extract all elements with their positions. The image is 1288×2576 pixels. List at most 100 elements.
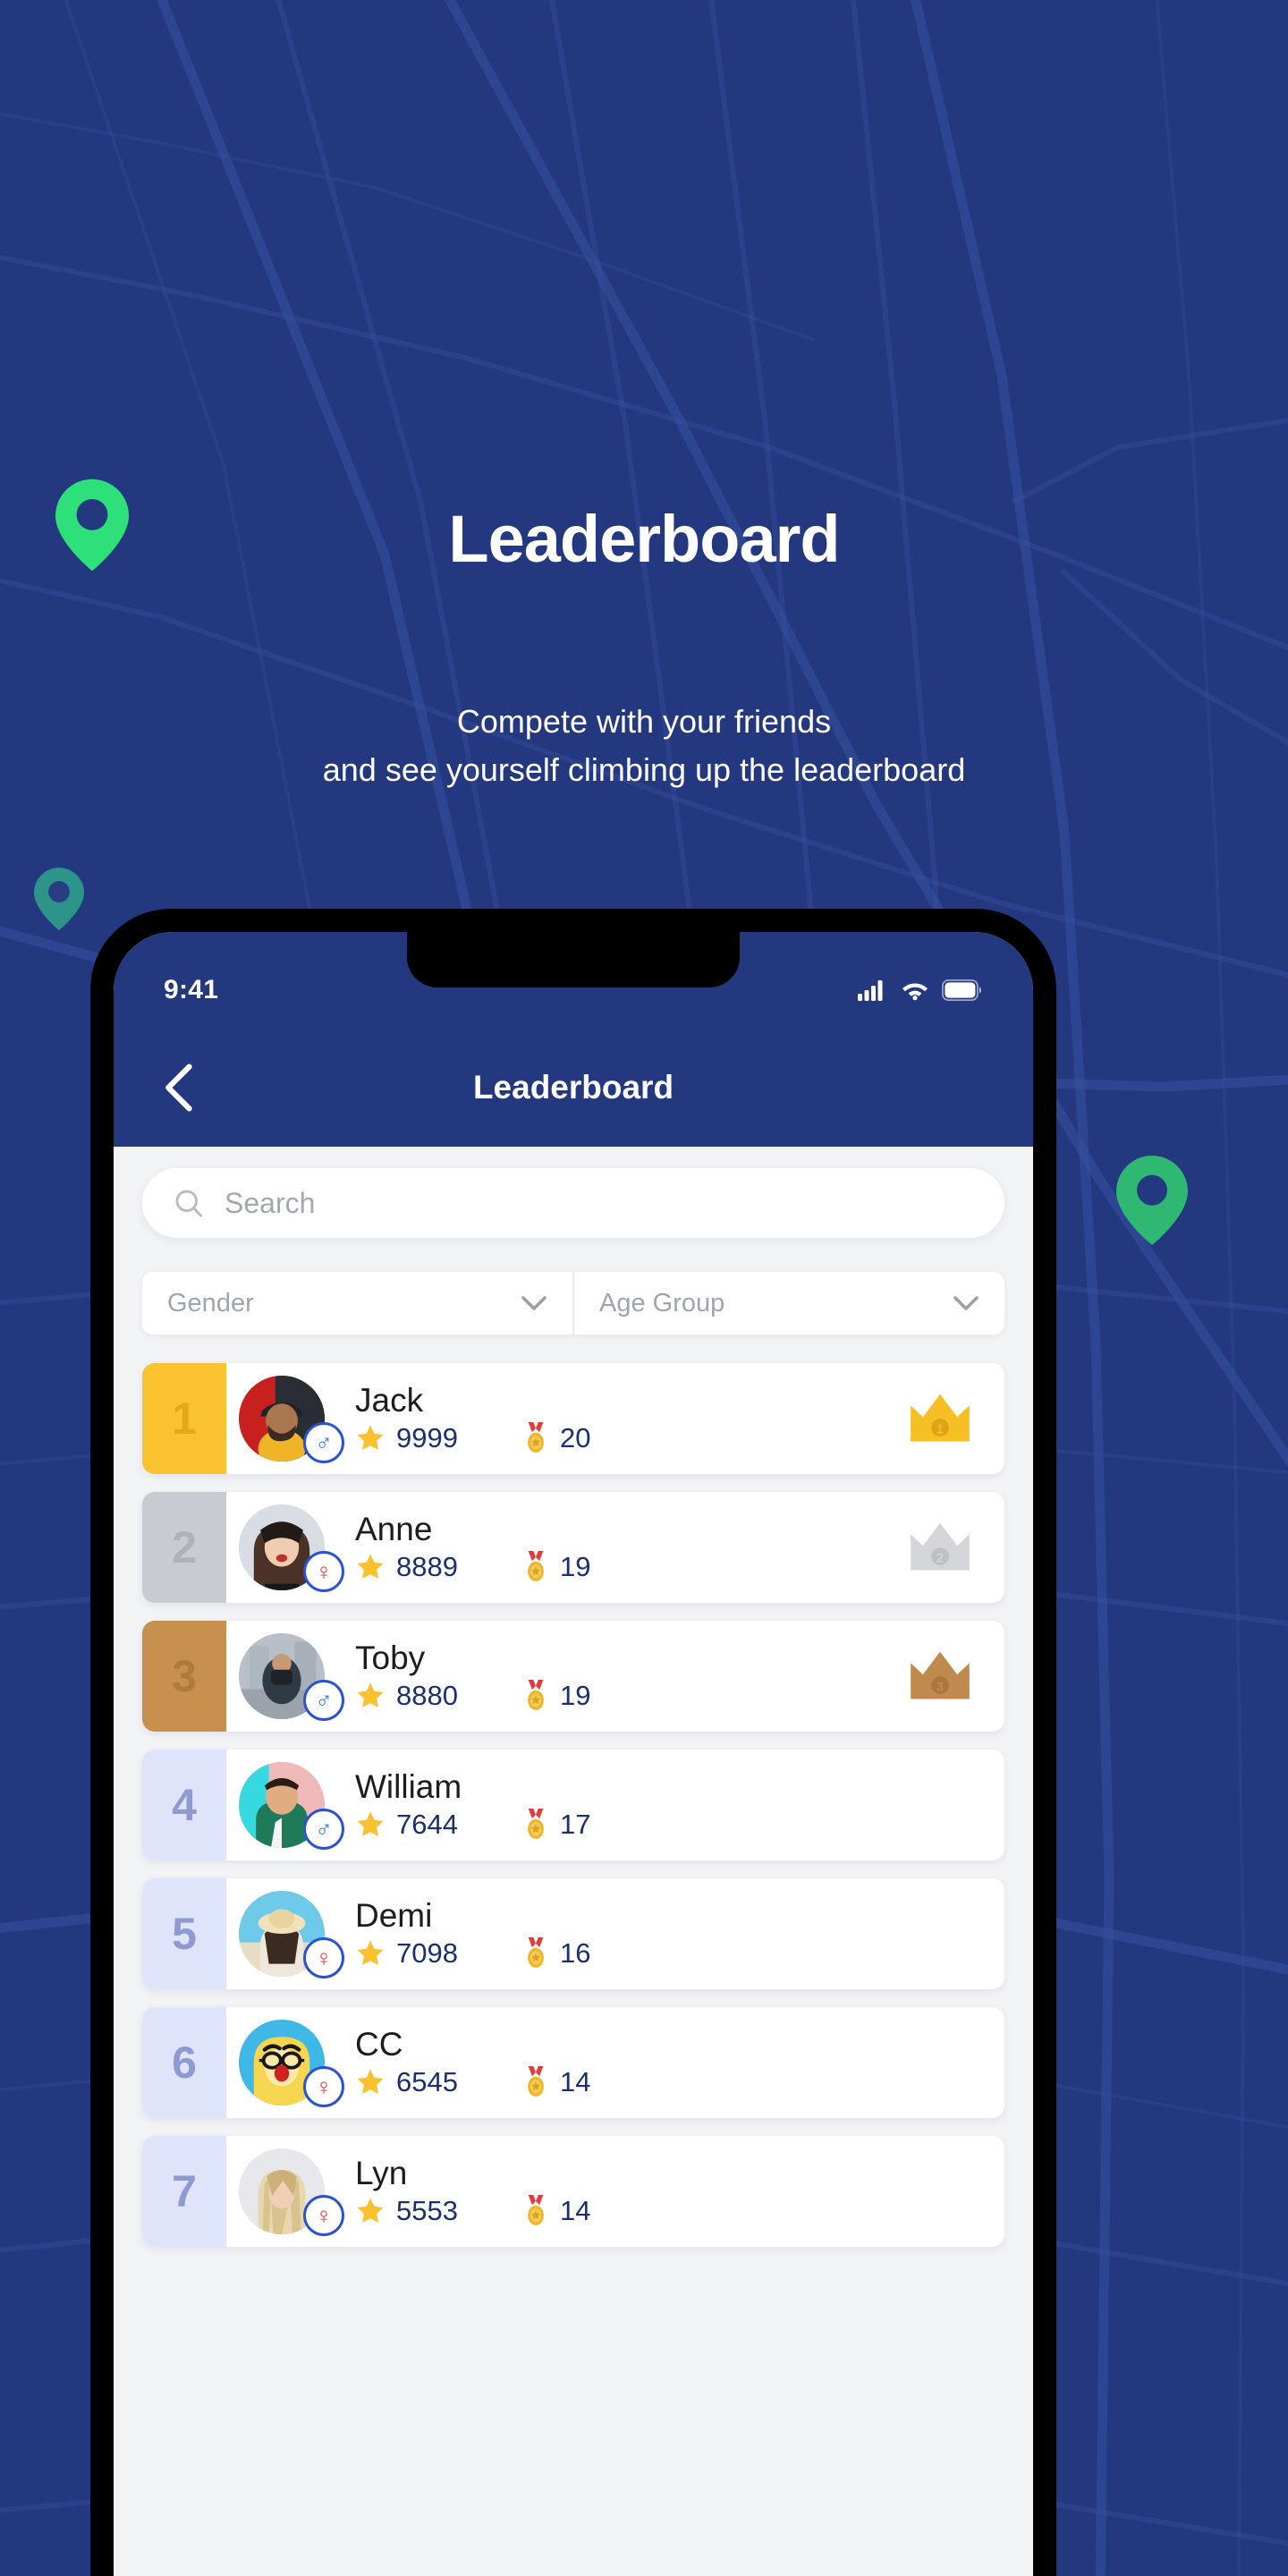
player-name: William [355, 1767, 462, 1805]
leaderboard-row[interactable]: 5 ♀ Demi 7098 16 [142, 1878, 1004, 1989]
star-stat: 7098 [355, 1937, 458, 1970]
avatar: ♀ [239, 1504, 344, 1592]
nav-title: Leaderboard [472, 1069, 674, 1106]
svg-text:3: 3 [936, 1680, 944, 1694]
star-stat: 8880 [355, 1680, 458, 1712]
rank-badge: 3 [142, 1621, 226, 1732]
player-name: Anne [355, 1510, 433, 1547]
star-icon [357, 2198, 384, 2223]
leaderboard-row[interactable]: 3 ♂ Toby 8880 19 3 [142, 1621, 1004, 1732]
medal-stat: 17 [522, 1808, 590, 1841]
medal-count: 20 [559, 1421, 591, 1453]
medal-icon [528, 2194, 544, 2225]
star-icon [357, 1425, 384, 1450]
star-count: 7098 [396, 1936, 458, 1969]
avatar: ♀ [239, 2020, 344, 2107]
subtitle-line-2: and see yourself climbing up the leaderb… [322, 751, 966, 788]
rank-badge: 5 [142, 1878, 226, 1989]
search-input[interactable] [225, 1186, 974, 1220]
star-stat: 7644 [355, 1809, 458, 1841]
filter-gender-label: Gender [167, 1288, 254, 1318]
star-icon [357, 1682, 384, 1707]
medal-icon [528, 1936, 544, 1968]
female-symbol-icon: ♀ [303, 1937, 344, 1979]
wifi-icon [902, 983, 928, 1001]
leaderboard-row[interactable]: 1 ♂ Jack 9999 20 1 [142, 1363, 1004, 1474]
player-name: CC [355, 2025, 403, 2063]
filter-row: Gender Age Group [142, 1272, 1004, 1335]
leaderboard-row[interactable]: 4 ♂ William 7644 17 [142, 1750, 1004, 1860]
medal-stat: 14 [522, 2194, 590, 2227]
phone-notch [407, 932, 740, 987]
chevron-down-icon [953, 1296, 979, 1310]
leaderboard-row[interactable]: 2 ♀ Anne 8889 19 2 [142, 1492, 1004, 1603]
svg-text:2: 2 [936, 1551, 944, 1565]
rank-badge: 4 [142, 1750, 226, 1860]
medal-icon [528, 1550, 544, 1581]
rank-badge: 7 [142, 2136, 226, 2247]
status-time: 9:41 [164, 975, 219, 1004]
crown-slot: 3 [899, 1648, 981, 1704]
page-subtitle: Compete with your friends and see yourse… [0, 698, 1288, 794]
star-count: 8880 [396, 1679, 458, 1711]
avatar: ♂ [239, 1633, 344, 1721]
star-icon [357, 1940, 384, 1965]
medal-icon [528, 1679, 544, 1710]
map-pin-mid-left-icon [34, 868, 84, 930]
phone-screen: 9:41 Leaderboard Search Gender Age Group… [114, 932, 1033, 2576]
player-name: Demi [355, 1896, 433, 1934]
star-count: 7644 [396, 1808, 458, 1840]
search-icon [175, 1190, 202, 1217]
crown-slot: 2 [899, 1520, 981, 1575]
player-name: Toby [355, 1639, 426, 1676]
filter-gender[interactable]: Gender [142, 1272, 572, 1335]
medal-icon [528, 1421, 544, 1453]
map-pin-mid-right-icon [1116, 1156, 1188, 1245]
filter-age-group[interactable]: Age Group [572, 1272, 1004, 1335]
crown-silver-icon: 2 [911, 1522, 970, 1571]
nav-bar: Leaderboard [114, 1029, 1033, 1147]
male-symbol-icon: ♂ [303, 1422, 344, 1463]
subtitle-line-1: Compete with your friends [456, 703, 832, 740]
crown-gold-icon: 1 [911, 1394, 970, 1442]
avatar: ♂ [239, 1376, 344, 1463]
avatar: ♂ [239, 1762, 344, 1850]
medal-count: 19 [559, 1550, 591, 1582]
player-name: Lyn [355, 2154, 408, 2191]
rank-badge: 1 [142, 1363, 226, 1474]
avatar: ♀ [239, 1891, 344, 1979]
star-count: 8889 [396, 1550, 458, 1582]
star-icon [357, 1554, 384, 1579]
medal-icon [528, 2065, 544, 2097]
leaderboard-list: 1 ♂ Jack 9999 20 1 2 ♀ Anne 8889 19 2 3 ♂ Toby 8880 19 3 4… [142, 1363, 1004, 2247]
back-button[interactable] [153, 1063, 203, 1113]
rank-badge: 6 [142, 2007, 226, 2118]
star-count: 6545 [396, 2065, 458, 2097]
medal-stat: 16 [522, 1936, 590, 1970]
leaderboard-row[interactable]: 6 ♀ CC 6545 14 [142, 2007, 1004, 2118]
leaderboard-row[interactable]: 7 ♀ Lyn 5553 14 [142, 2136, 1004, 2247]
medal-stat: 14 [522, 2065, 591, 2098]
phone-mockup: 9:41 Leaderboard Search Gender Age Group… [90, 909, 1056, 2576]
search-bar[interactable] [142, 1168, 1004, 1238]
crown-slot: 1 [899, 1391, 981, 1446]
star-stat: 6545 [355, 2066, 458, 2098]
medal-count: 14 [559, 2065, 591, 2097]
star-count: 9999 [396, 1421, 458, 1453]
female-symbol-icon: ♀ [303, 2195, 344, 2236]
medal-stat: 19 [522, 1679, 590, 1712]
star-count: 5553 [396, 2194, 458, 2226]
star-icon [357, 1811, 384, 1836]
star-stat: 8889 [355, 1551, 458, 1583]
avatar: ♀ [239, 2148, 344, 2236]
medal-icon [528, 1808, 544, 1839]
star-icon [357, 2069, 384, 2094]
page-title: Leaderboard [448, 502, 840, 576]
leaderboard-content: Gender Age Group 1 ♂ Jack9999 20 1 2 ♀ Anne8889… [114, 1147, 1033, 2576]
crown-bronze-icon: 3 [911, 1651, 970, 1699]
chevron-down-icon [521, 1296, 547, 1310]
filter-age-group-label: Age Group [599, 1288, 725, 1318]
player-name: Jack [355, 1381, 424, 1419]
chevron-left-icon [165, 1063, 192, 1112]
male-symbol-icon: ♂ [303, 1809, 344, 1850]
